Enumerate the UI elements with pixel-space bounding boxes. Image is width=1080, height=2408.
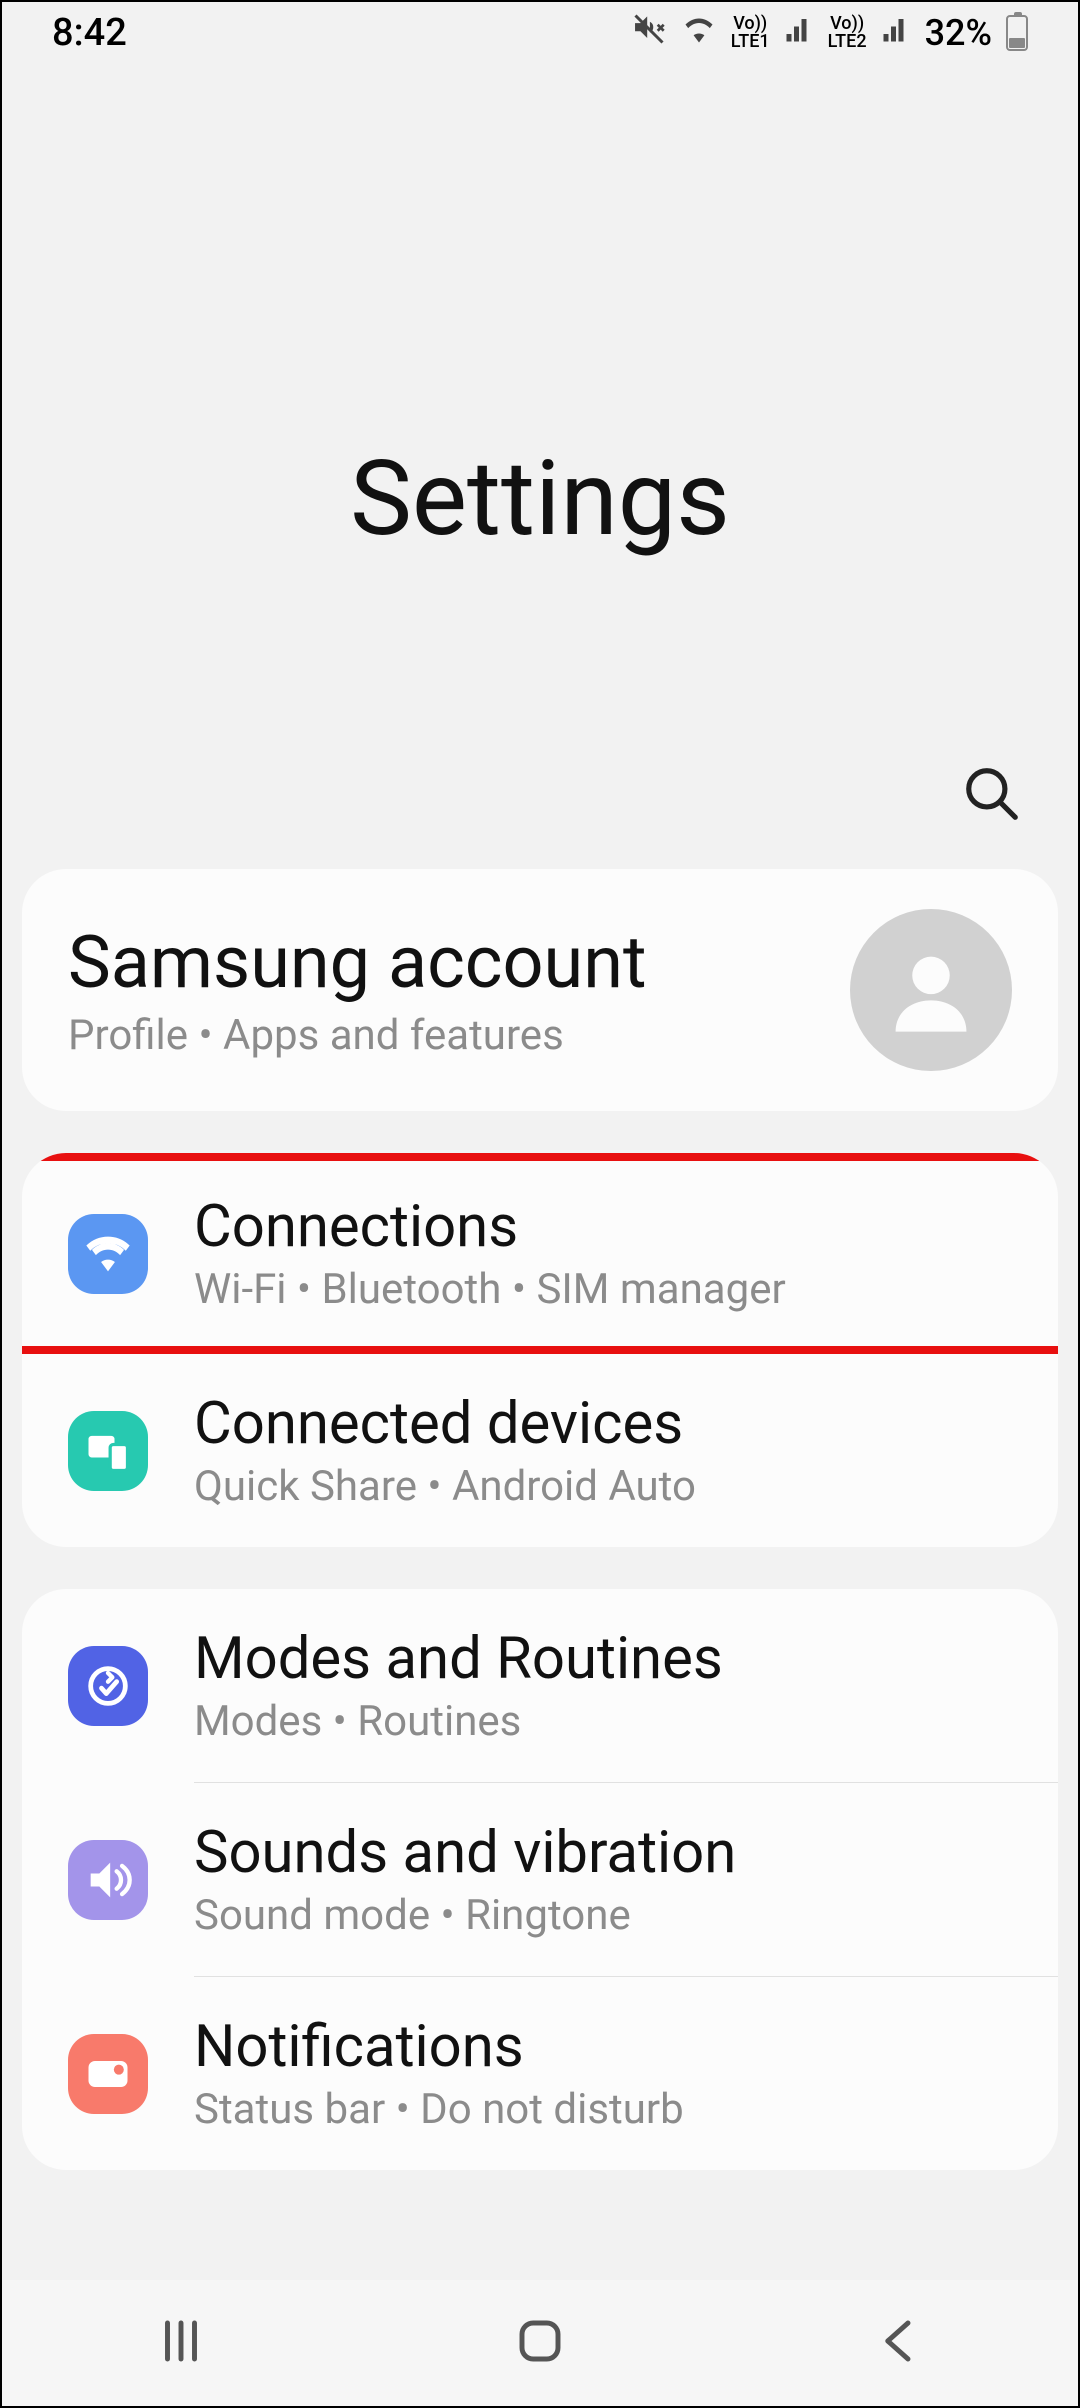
settings-group-2: Modes and Routines Modes • Routines Soun… <box>22 1589 1058 2170</box>
sim1-label: Vo))LTE1 <box>731 15 770 51</box>
wifi-icon <box>68 1214 148 1294</box>
sounds-vibration-row[interactable]: Sounds and vibration Sound mode • Ringto… <box>22 1783 1058 1976</box>
item-subtitle: Status bar • Do not disturb <box>194 2085 1012 2134</box>
avatar[interactable] <box>850 909 1012 1071</box>
battery-icon <box>1006 15 1028 51</box>
wifi-icon <box>681 11 717 55</box>
modes-routines-row[interactable]: Modes and Routines Modes • Routines <box>22 1589 1058 1782</box>
battery-percentage: 32% <box>925 12 992 54</box>
hero-area: Settings <box>2 64 1078 869</box>
item-title: Connected devices <box>194 1390 1012 1458</box>
home-button[interactable] <box>513 2314 567 2372</box>
navigation-bar <box>2 2280 1078 2406</box>
sim2-label: Vo))LTE2 <box>828 15 867 51</box>
item-title: Notifications <box>194 2013 1012 2081</box>
devices-icon <box>68 1411 148 1491</box>
page-title: Settings <box>2 439 1078 560</box>
status-indicators: Vo))LTE1 Vo))LTE2 32% <box>631 11 1028 55</box>
routines-icon <box>68 1646 148 1726</box>
signal2-icon <box>881 14 911 52</box>
account-subtitle: Profile • Apps and features <box>68 1011 822 1060</box>
notifications-row[interactable]: Notifications Status bar • Do not distur… <box>22 1977 1058 2170</box>
signal1-icon <box>784 14 814 52</box>
item-subtitle: Sound mode • Ringtone <box>194 1891 1012 1940</box>
samsung-account-row[interactable]: Samsung account Profile • Apps and featu… <box>22 869 1058 1111</box>
speaker-icon <box>68 1840 148 1920</box>
item-subtitle: Quick Share • Android Auto <box>194 1462 1012 1511</box>
item-title: Connections <box>194 1193 1012 1261</box>
item-title: Modes and Routines <box>194 1625 1012 1693</box>
back-button[interactable] <box>872 2314 926 2372</box>
status-time: 8:42 <box>52 11 127 55</box>
mute-icon <box>631 11 667 55</box>
item-subtitle: Modes • Routines <box>194 1697 1012 1746</box>
item-subtitle: Wi-Fi • Bluetooth • SIM manager <box>194 1265 1012 1314</box>
search-icon[interactable] <box>961 763 1023 829</box>
settings-group-1: Connections Wi-Fi • Bluetooth • SIM mana… <box>22 1153 1058 1547</box>
item-title: Sounds and vibration <box>194 1819 1012 1887</box>
account-title: Samsung account <box>68 920 822 1005</box>
connections-row[interactable]: Connections Wi-Fi • Bluetooth • SIM mana… <box>22 1153 1058 1354</box>
connected-devices-row[interactable]: Connected devices Quick Share • Android … <box>22 1354 1058 1547</box>
recents-button[interactable] <box>154 2314 208 2372</box>
notifications-icon <box>68 2034 148 2114</box>
status-bar: 8:42 Vo))LTE1 Vo))LTE2 32% <box>2 2 1078 64</box>
